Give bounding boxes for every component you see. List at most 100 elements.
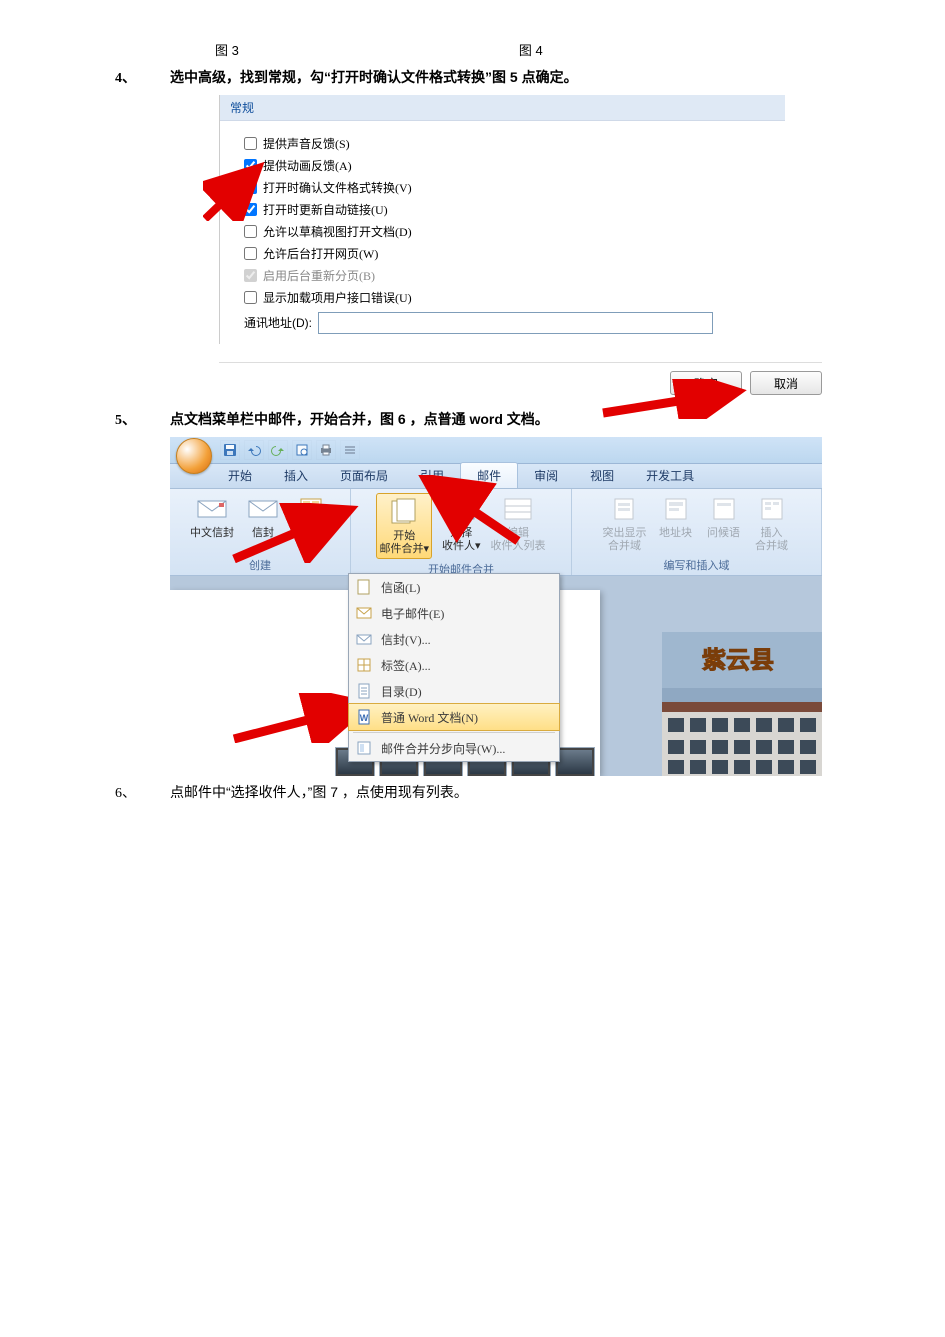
menu-labels[interactable]: 标签(A)...	[349, 652, 559, 678]
btn-select-recipients-label: 选择收件人▾	[442, 527, 481, 553]
figure-6-word-ribbon: 开始 插入 页面布局 引用 邮件 审阅 视图 开发工具 中文信封	[170, 437, 822, 776]
btn-highlight-fields-label: 突出显示合并域	[603, 527, 647, 553]
menu-email-label: 电子邮件(E)	[381, 605, 444, 622]
qat-print-icon[interactable]	[316, 440, 336, 460]
opt-addin-errors-label: 显示加载项用户接口错误(U)	[263, 289, 412, 306]
edit-recipients-icon	[502, 493, 534, 525]
btn-labels-label: 标签	[300, 527, 322, 540]
tab-references[interactable]: 引用	[404, 463, 460, 488]
step-5: 5、 点文档菜单栏中邮件，开始合并，图 6 ，点普通 word 文档。	[115, 409, 945, 429]
ribbon-tabs: 开始 插入 页面布局 引用 邮件 审阅 视图 开发工具	[170, 464, 822, 489]
tab-page-layout[interactable]: 页面布局	[324, 463, 404, 488]
qat-preview-icon[interactable]	[292, 440, 312, 460]
figure-5-options: 常规 提供声音反馈(S) 提供动画反馈(A) 打开时确认文件格式转换(V) 打开…	[219, 95, 822, 403]
cancel-button[interactable]: 取消	[750, 371, 822, 395]
step-4-number: 4、	[115, 67, 170, 87]
word-titlebar	[170, 437, 822, 464]
step-5-text: 点文档菜单栏中邮件，开始合并，图 6 ，点普通 word 文档。	[170, 409, 549, 429]
tab-insert[interactable]: 插入	[268, 463, 324, 488]
ok-button[interactable]: 确定	[670, 371, 742, 395]
btn-select-recipients[interactable]: 选择收件人▾	[442, 493, 481, 553]
menu-letters[interactable]: 信函(L)	[349, 574, 559, 600]
opt-anim-feedback[interactable]: 提供动画反馈(A)	[244, 157, 785, 174]
menu-letters-label: 信函(L)	[381, 579, 420, 596]
options-list: 提供声音反馈(S) 提供动画反馈(A) 打开时确认文件格式转换(V) 打开时更新…	[220, 121, 785, 344]
group-write-insert: 突出显示合并域 地址块 问候语	[572, 489, 822, 575]
opt-update-links-checkbox[interactable]	[244, 203, 257, 216]
word-doc-icon: W	[353, 707, 375, 727]
tab-developer[interactable]: 开发工具	[630, 463, 710, 488]
caption-fig4: 图 4	[519, 40, 543, 59]
opt-addin-errors-checkbox[interactable]	[244, 291, 257, 304]
start-merge-menu: 信函(L) 电子邮件(E) 信封(V)... 标签(A)... 目录(D)	[348, 573, 560, 762]
wizard-icon	[353, 738, 375, 758]
qat-save-icon[interactable]	[220, 440, 240, 460]
tab-review[interactable]: 审阅	[518, 463, 574, 488]
step-6-number: 6、	[115, 782, 170, 802]
labels-icon	[295, 493, 327, 525]
qat-more-icon[interactable]	[340, 440, 360, 460]
menu-labels-label: 标签(A)...	[381, 657, 431, 674]
group-start-merge: 开始邮件合并▾ 选择收件人▾ 编辑收件人列表	[351, 489, 572, 575]
opt-confirm-format[interactable]: 打开时确认文件格式转换(V)	[244, 179, 785, 196]
btn-start-mail-merge[interactable]: 开始邮件合并▾	[376, 493, 432, 559]
btn-labels[interactable]: 标签	[292, 493, 330, 540]
menu-directory[interactable]: 目录(D)	[349, 678, 559, 704]
letters-icon	[353, 577, 375, 597]
btn-address-block: 地址块	[657, 493, 695, 540]
btn-start-merge-label: 开始邮件合并▾	[379, 530, 429, 556]
btn-chinese-envelope-label: 中文信封	[190, 527, 234, 540]
btn-chinese-envelope[interactable]: 中文信封	[190, 493, 234, 540]
tab-home[interactable]: 开始	[212, 463, 268, 488]
menu-normal-word-doc[interactable]: W 普通 Word 文档(N)	[348, 703, 560, 731]
btn-envelope[interactable]: 信封	[244, 493, 282, 540]
opt-sound-feedback-checkbox[interactable]	[244, 137, 257, 150]
menu-email[interactable]: 电子邮件(E)	[349, 600, 559, 626]
menu-envelope[interactable]: 信封(V)...	[349, 626, 559, 652]
photo-banner-text: 紫云县	[702, 647, 774, 674]
ribbon-body: 中文信封 信封 标签 创建	[170, 489, 822, 576]
step-4: 4、 选中高级，找到常规，勾“打开时确认文件格式转换”图 5 点确定。	[115, 67, 945, 87]
opt-addin-errors[interactable]: 显示加载项用户接口错误(U)	[244, 289, 785, 306]
btn-greeting: 问候语	[705, 493, 743, 540]
opt-sound-feedback[interactable]: 提供声音反馈(S)	[244, 135, 785, 152]
qat-redo-icon[interactable]	[268, 440, 288, 460]
directory-icon	[353, 681, 375, 701]
btn-edit-recipients-label: 编辑收件人列表	[491, 527, 546, 553]
highlight-fields-icon	[609, 493, 641, 525]
btn-insert-field-label: 插入合并域	[755, 527, 788, 553]
tab-view[interactable]: 视图	[574, 463, 630, 488]
menu-normal-word-doc-label: 普通 Word 文档(N)	[381, 709, 478, 726]
opt-bg-open-web[interactable]: 允许后台打开网页(W)	[244, 245, 785, 262]
btn-envelope-label: 信封	[252, 527, 274, 540]
options-buttons: 确定 取消	[219, 362, 822, 403]
envelope-cn-icon	[196, 493, 228, 525]
address-row: 通讯地址(D):	[244, 312, 785, 334]
greeting-icon	[708, 493, 740, 525]
opt-anim-feedback-checkbox[interactable]	[244, 159, 257, 172]
btn-highlight-fields: 突出显示合并域	[603, 493, 647, 553]
address-label: 通讯地址(D):	[244, 312, 312, 331]
opt-draft-view[interactable]: 允许以草稿视图打开文档(D)	[244, 223, 785, 240]
menu-wizard-label: 邮件合并分步向导(W)...	[381, 740, 505, 757]
opt-confirm-format-label: 打开时确认文件格式转换(V)	[263, 179, 412, 196]
opt-bg-open-web-checkbox[interactable]	[244, 247, 257, 260]
step-6-text: 点邮件中“选择收件人，”图 7 ，点使用现有列表。	[170, 782, 468, 802]
embedded-photo: 紫云县	[662, 632, 822, 776]
thumbnail	[556, 748, 594, 776]
opt-update-links[interactable]: 打开时更新自动链接(U)	[244, 201, 785, 218]
address-input[interactable]	[318, 312, 713, 334]
opt-anim-feedback-label: 提供动画反馈(A)	[263, 157, 352, 174]
opt-draft-view-checkbox[interactable]	[244, 225, 257, 238]
qat-undo-icon[interactable]	[244, 440, 264, 460]
figure-captions: 图 3 图 4	[0, 40, 945, 59]
tab-mailings[interactable]: 邮件	[460, 462, 518, 488]
opt-bg-repaginate-checkbox	[244, 269, 257, 282]
step-4-text: 选中高级，找到常规，勾“打开时确认文件格式转换”图 5 点确定。	[170, 67, 578, 87]
office-button-icon[interactable]	[176, 438, 212, 474]
opt-update-links-label: 打开时更新自动链接(U)	[263, 201, 388, 218]
opt-draft-view-label: 允许以草稿视图打开文档(D)	[263, 223, 412, 240]
email-icon	[353, 603, 375, 623]
opt-confirm-format-checkbox[interactable]	[244, 181, 257, 194]
menu-wizard[interactable]: 邮件合并分步向导(W)...	[349, 735, 559, 761]
